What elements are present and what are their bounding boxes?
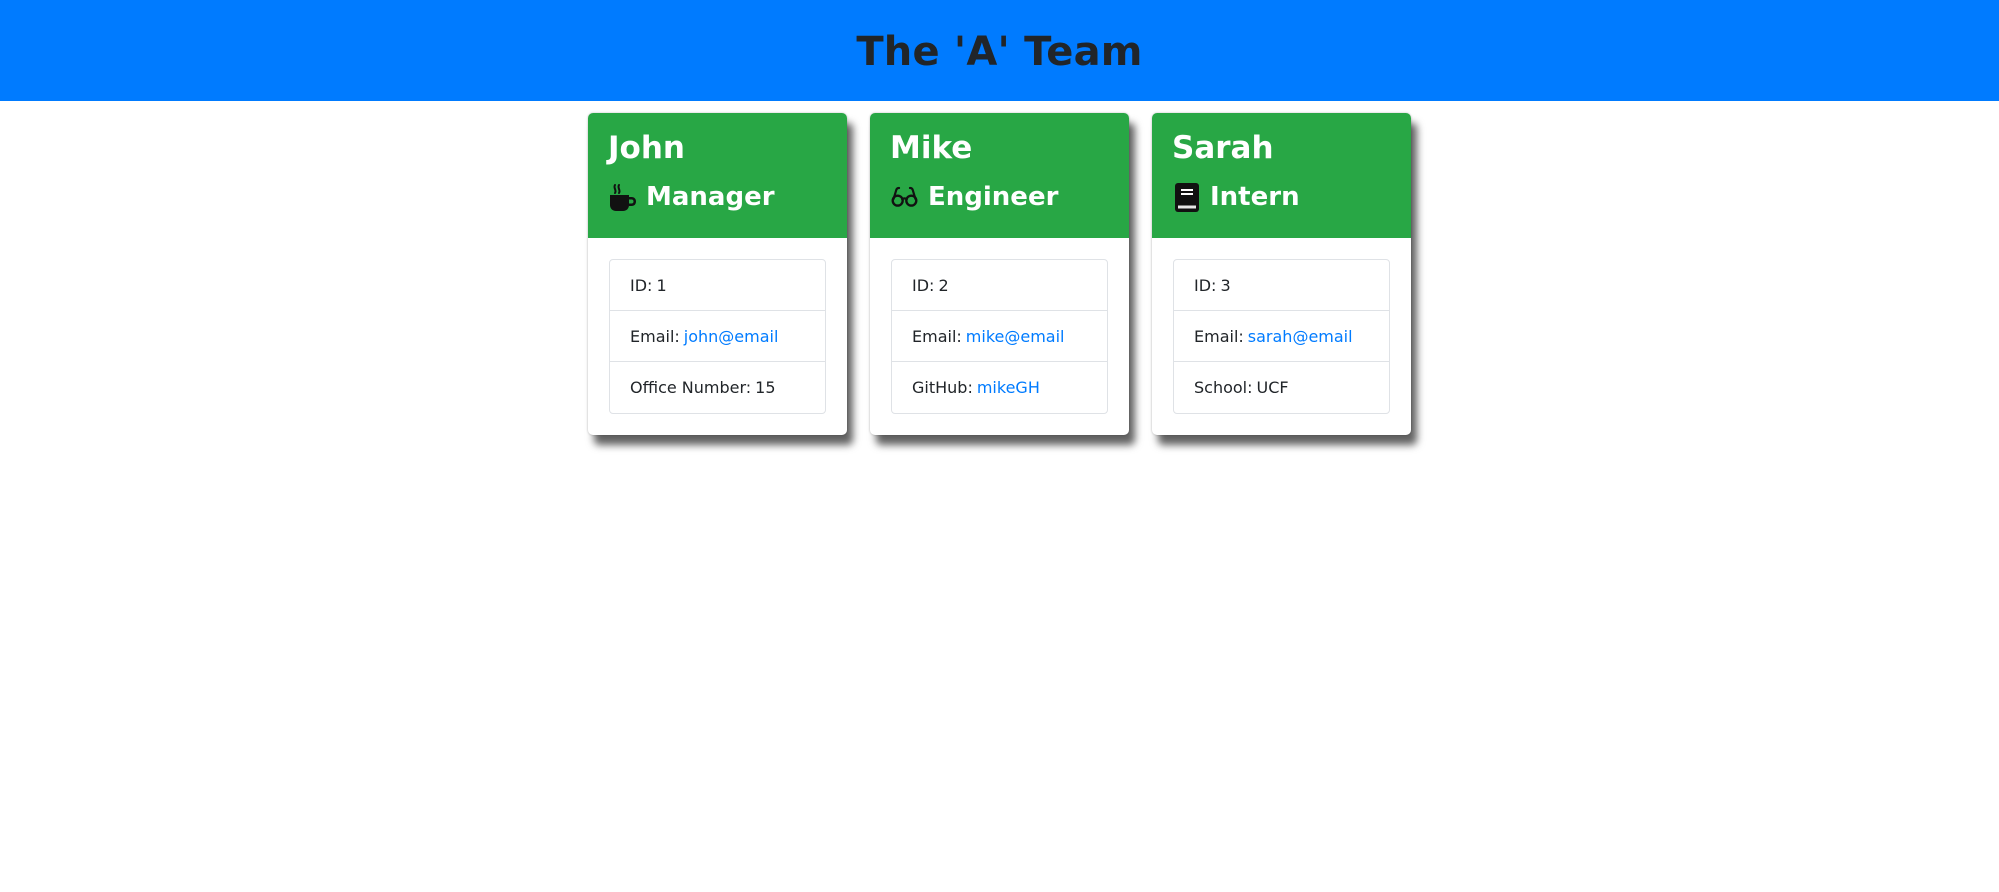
card-body: ID: 1 Email: john@email Office Number: 1… — [588, 238, 847, 414]
id-value: 1 — [656, 275, 667, 295]
card-body: ID: 2 Email: mike@email GitHub: mikeGH — [870, 238, 1129, 414]
employee-name: Mike — [890, 129, 973, 166]
school-value: UCF — [1256, 378, 1289, 397]
info-list: ID: 3 Email: sarah@email School: UCF — [1173, 259, 1390, 414]
id-row: ID: 3 — [1174, 260, 1389, 311]
role-label: Engineer — [928, 182, 1059, 212]
email-label: Email: — [912, 326, 962, 346]
office-number-value: 15 — [755, 378, 776, 397]
employee-card-intern: Sarah Intern ID: 3 Email: sarah@email Sc… — [1152, 113, 1411, 435]
id-label: ID: — [630, 275, 653, 295]
id-label: ID: — [912, 275, 935, 295]
page-title: The 'A' Team — [856, 28, 1143, 75]
github-row: GitHub: mikeGH — [892, 362, 1107, 413]
email-link[interactable]: sarah@email — [1248, 327, 1353, 346]
school-row: School: UCF — [1174, 362, 1389, 413]
info-list: ID: 2 Email: mike@email GitHub: mikeGH — [891, 259, 1108, 414]
card-header: John Manager — [588, 113, 847, 238]
mug-icon — [608, 183, 637, 212]
glasses-icon — [890, 183, 919, 212]
id-value: 3 — [1220, 275, 1231, 295]
employee-name: John — [608, 129, 685, 166]
id-label: ID: — [1194, 275, 1217, 295]
employee-name: Sarah — [1172, 129, 1274, 166]
team-card-list: John Manager ID: 1 Email: john@email Off… — [588, 113, 1411, 435]
employee-role: Intern — [1172, 180, 1391, 214]
role-label: Intern — [1210, 182, 1300, 212]
employee-card-manager: John Manager ID: 1 Email: john@email Off… — [588, 113, 847, 435]
email-row: Email: mike@email — [892, 311, 1107, 362]
email-label: Email: — [630, 326, 680, 346]
card-header: Mike Engineer — [870, 113, 1129, 238]
employee-role: Engineer — [890, 180, 1109, 214]
card-body: ID: 3 Email: sarah@email School: UCF — [1152, 238, 1411, 414]
id-row: ID: 1 — [610, 260, 825, 311]
email-link[interactable]: mike@email — [966, 327, 1065, 346]
github-link[interactable]: mikeGH — [977, 378, 1040, 397]
employee-role: Manager — [608, 180, 827, 214]
role-label: Manager — [646, 182, 775, 212]
email-row: Email: sarah@email — [1174, 311, 1389, 362]
book-icon — [1172, 182, 1201, 212]
email-link[interactable]: john@email — [684, 327, 779, 346]
page-header: The 'A' Team — [0, 0, 1999, 101]
office-number-label: Office Number: — [630, 378, 752, 397]
id-value: 2 — [938, 275, 949, 295]
email-label: Email: — [1194, 326, 1244, 346]
email-row: Email: john@email — [610, 311, 825, 362]
school-label: School: — [1194, 378, 1253, 397]
github-label: GitHub: — [912, 378, 973, 397]
office-number-row: Office Number: 15 — [610, 362, 825, 413]
employee-card-engineer: Mike Engineer ID: 2 Email: mike@email Gi… — [870, 113, 1129, 435]
info-list: ID: 1 Email: john@email Office Number: 1… — [609, 259, 826, 414]
card-header: Sarah Intern — [1152, 113, 1411, 238]
id-row: ID: 2 — [892, 260, 1107, 311]
